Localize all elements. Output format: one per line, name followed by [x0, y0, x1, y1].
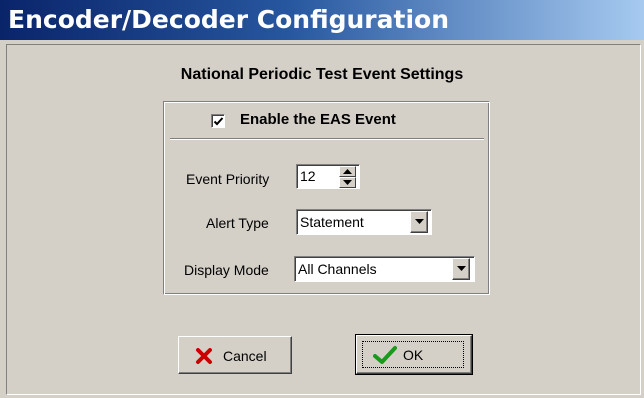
arrow-down-icon — [343, 180, 352, 185]
cancel-button[interactable]: Cancel — [178, 336, 292, 374]
alert-type-dropdown-button[interactable] — [410, 211, 428, 233]
ok-button[interactable]: OK — [355, 334, 473, 375]
config-window: Encoder/Decoder Configuration National P… — [0, 0, 644, 398]
display-mode-label: Display Mode — [184, 262, 269, 278]
ok-label: OK — [403, 347, 424, 363]
enable-event-checkbox[interactable] — [211, 114, 225, 128]
chevron-down-icon — [415, 219, 424, 224]
display-mode-dropdown-button[interactable] — [452, 258, 470, 280]
enable-event-label[interactable]: Enable the EAS Event — [240, 111, 396, 128]
alert-type-value: Statement — [300, 214, 364, 230]
event-priority-value: 12 — [300, 168, 316, 184]
red-x-icon — [196, 348, 212, 364]
green-checkmark-icon — [373, 346, 397, 364]
window-title: Encoder/Decoder Configuration — [8, 5, 450, 34]
spin-up-button[interactable] — [339, 166, 356, 177]
title-bar[interactable]: Encoder/Decoder Configuration — [0, 0, 644, 40]
display-mode-value: All Channels — [298, 261, 377, 277]
checkmark-icon — [213, 117, 224, 126]
alert-type-select[interactable]: Statement — [296, 209, 432, 235]
spin-down-button[interactable] — [339, 177, 356, 188]
arrow-up-icon — [343, 169, 352, 174]
cancel-label: Cancel — [223, 348, 267, 364]
section-heading: National Periodic Test Event Settings — [180, 66, 464, 83]
alert-type-label: Alert Type — [206, 215, 269, 231]
event-priority-spinner[interactable]: 12 — [296, 164, 360, 189]
event-priority-label: Event Priority — [186, 171, 270, 187]
group-separator — [170, 138, 484, 140]
display-mode-select[interactable]: All Channels — [294, 256, 475, 282]
chevron-down-icon — [457, 266, 466, 271]
